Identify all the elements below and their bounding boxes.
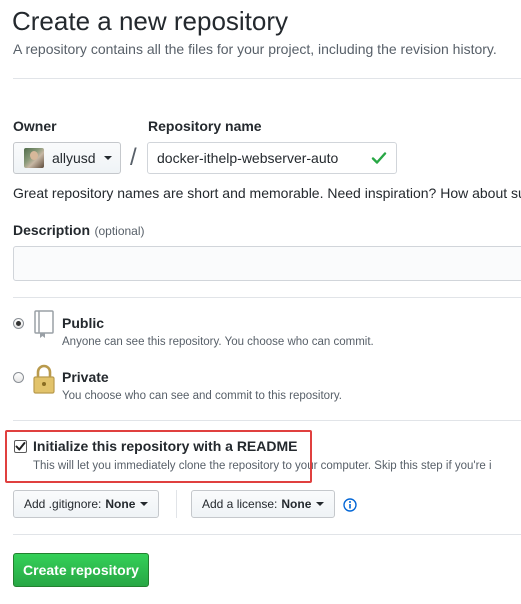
repository-name-input[interactable]: docker-ithelp-webserver-auto [147,142,397,174]
header-divider [13,78,521,79]
avatar [24,148,44,168]
create-repository-button[interactable]: Create repository [13,553,149,587]
chevron-down-icon [103,156,112,160]
chevron-down-icon [316,502,325,506]
owner-label: Owner [13,118,57,134]
chevron-down-icon [140,502,149,506]
owner-repo-separator: / [130,144,137,171]
description-input[interactable] [13,246,521,281]
highlight-box [5,430,312,483]
lock-icon [33,364,55,394]
page-subtitle: A repository contains all the files for … [13,41,497,57]
readme-divider [13,420,521,421]
repository-name-hint: Great repository names are short and mem… [13,185,521,201]
public-option-title: Public [62,315,105,331]
private-option-title: Private [62,369,109,385]
gitignore-select-button[interactable]: Add .gitignore: None [13,490,160,518]
footer-divider [13,534,521,535]
gitignore-value: None [105,497,136,511]
check-icon [371,152,387,164]
private-option-description: You choose who can see and commit to thi… [62,390,342,402]
repo-book-icon [34,310,54,338]
private-radio[interactable] [13,372,24,383]
owner-name: allyusd [52,150,96,166]
license-select-button[interactable]: Add a license: None [191,490,336,518]
select-separator [176,490,177,518]
license-value: None [281,497,312,511]
repository-name-label: Repository name [148,118,262,134]
public-radio[interactable] [13,318,24,329]
description-label-text: Description [13,222,91,238]
visibility-divider [13,297,521,298]
public-option-description: Anyone can see this repository. You choo… [62,336,374,348]
description-label: Description (optional) [13,222,145,240]
info-icon[interactable] [343,498,357,512]
description-optional-note: (optional) [94,224,145,238]
page-title: Create a new repository [12,6,289,36]
license-label: Add a license: [202,497,278,511]
gitignore-label: Add .gitignore: [24,497,102,511]
owner-select-button[interactable]: allyusd [13,142,121,174]
